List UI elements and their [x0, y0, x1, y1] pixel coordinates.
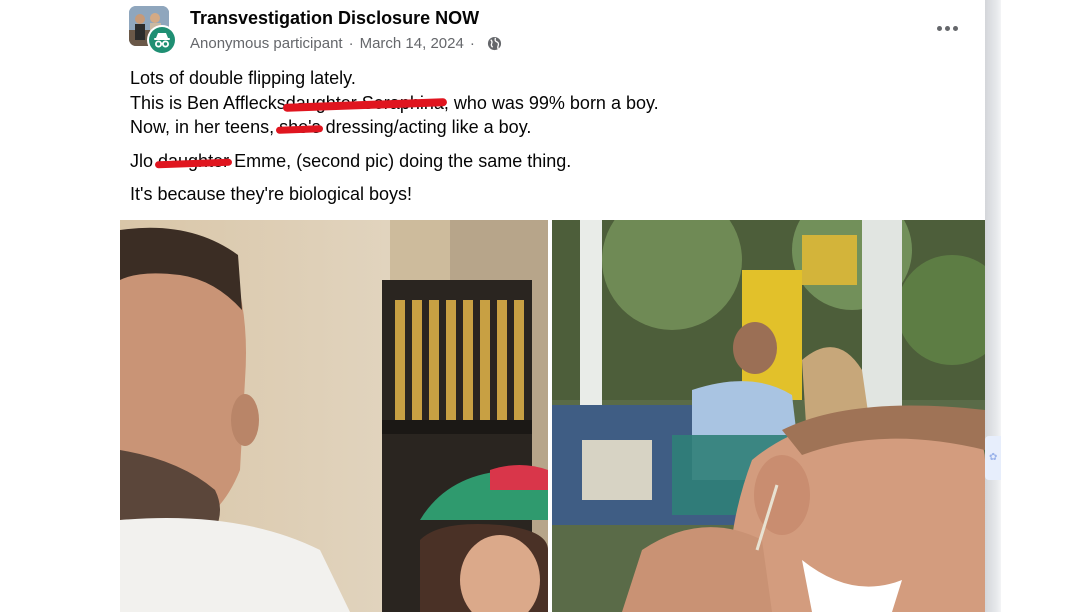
post-text: dressing/acting like a boy.: [320, 117, 532, 137]
photo-man-and-child[interactable]: [120, 220, 548, 612]
post-line: Now, in her teens, she's dressing/acting…: [130, 115, 970, 140]
more-horizontal-icon: [936, 25, 942, 31]
post-line: Jlo daughter Emme, (second pic) doing th…: [130, 149, 970, 174]
post-text: , who was 99% born a boy.: [443, 92, 659, 113]
right-edge-scroll-strip: [985, 0, 1001, 612]
incognito-icon: [149, 27, 175, 53]
post-text: This is Ben Afflecks: [130, 92, 286, 113]
post-meta: Anonymous participant · March 14, 2024 ·: [190, 35, 502, 52]
post-text-line-1: Lots of double flipping lately.: [130, 68, 356, 88]
meta-separator: ·: [348, 35, 354, 52]
struck-text: daughter: [158, 149, 229, 174]
side-widget-tab[interactable]: ✿: [985, 436, 1001, 480]
post-text: Jlo: [130, 150, 159, 171]
post-line: It's because they're biological boys!: [130, 182, 970, 207]
meta-separator: ·: [469, 35, 475, 52]
post-body: Lots of double flipping lately. This is …: [130, 66, 970, 207]
post-text: Now, in her teens,: [130, 117, 275, 137]
more-options-button[interactable]: [929, 14, 965, 42]
group-avatar[interactable]: [129, 6, 177, 55]
anonymous-badge: [147, 25, 177, 55]
post-line: This is Ben Afflecksdaughter Seraphina, …: [130, 91, 970, 116]
struck-text: she's: [279, 115, 320, 140]
post-text: Emme, (second pic) doing the same thing.: [229, 150, 572, 171]
post-line: Lots of double flipping lately.: [130, 66, 970, 91]
struck-text: daughter Seraphina: [286, 91, 444, 116]
group-name-link[interactable]: Transvestigation Disclosure NOW: [190, 8, 479, 29]
author-name[interactable]: Anonymous participant: [190, 35, 343, 52]
photo-woman-smiling-cafe[interactable]: [552, 220, 985, 612]
post-date-link[interactable]: March 14, 2024: [360, 35, 464, 52]
globe-icon[interactable]: [487, 36, 502, 51]
post-text-line-5: It's because they're biological boys!: [130, 184, 413, 204]
